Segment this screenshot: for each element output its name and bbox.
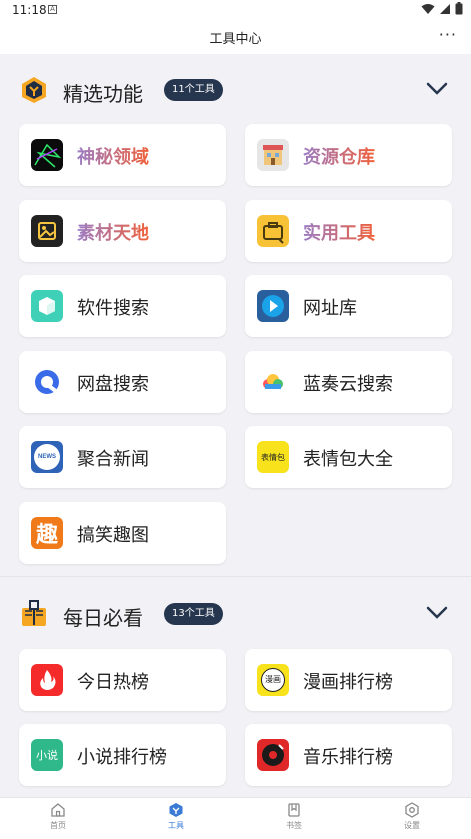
funny-icon-text: 趣 [35, 523, 58, 548]
top-bar: 工具中心 ··· [0, 20, 471, 54]
tool-card-music-rank[interactable]: 音乐排行榜 [245, 724, 452, 786]
tool-card-comic-rank[interactable]: 漫画 漫画排行榜 [245, 649, 452, 711]
home-icon [51, 803, 65, 817]
tool-card-funny[interactable]: 趣 搞笑趣图 [19, 502, 226, 564]
toolbox-icon [257, 215, 289, 247]
tool-label: 神秘领域 [77, 143, 149, 169]
nav-label: 书签 [286, 821, 302, 830]
book-icon [22, 600, 46, 626]
page-title: 工具中心 [209, 32, 262, 47]
tool-label: 今日热榜 [77, 672, 149, 693]
record-icon [257, 739, 289, 771]
tool-count-badge: 11个工具 [164, 79, 223, 101]
wifi-icon [421, 3, 435, 14]
tool-card-utilities[interactable]: 实用工具 [245, 200, 452, 262]
signal-icon [440, 3, 450, 14]
settings-icon [405, 802, 419, 818]
comic-icon: 漫画 [257, 664, 289, 696]
nav-home[interactable]: 首页 [28, 802, 88, 831]
section-header-featured[interactable]: 精选功能 11个工具 [0, 57, 471, 121]
cube-icon [31, 290, 63, 322]
tool-label: 素材天地 [77, 219, 149, 245]
tool-label: 小说排行榜 [77, 747, 167, 768]
nav-label: 工具 [168, 821, 184, 830]
tool-label: 软件搜索 [77, 298, 149, 319]
status-bar: 11:18 A [0, 0, 471, 20]
bottom-nav: 首页 工具 书签 设置 [0, 797, 471, 839]
tool-label: 资源仓库 [303, 143, 375, 169]
section-divider [0, 576, 471, 577]
tool-card-mystery[interactable]: 神秘领域 [19, 124, 226, 186]
tool-card-software-search[interactable]: 软件搜索 [19, 275, 226, 337]
flame-icon [31, 664, 63, 696]
emoji-icon-text: 表情包 [261, 452, 285, 462]
nav-settings[interactable]: 设置 [382, 802, 442, 831]
news-icon: NEWS [31, 441, 63, 473]
tool-card-warehouse[interactable]: 资源仓库 [245, 124, 452, 186]
tool-label: 音乐排行榜 [303, 747, 393, 768]
tools-icon [169, 803, 183, 817]
tool-card-news[interactable]: NEWS 聚合新闻 [19, 426, 226, 488]
status-icons [421, 2, 463, 15]
chevron-down-icon[interactable] [425, 81, 449, 97]
tool-card-lanzou-search[interactable]: 蓝奏云搜索 [245, 351, 452, 413]
tool-label: 网盘搜索 [77, 374, 149, 395]
hexagon-logo-icon [22, 77, 46, 103]
tool-label: 表情包大全 [303, 449, 393, 470]
news-icon-text: NEWS [34, 444, 60, 470]
cloud-icon [257, 366, 289, 398]
link-icon [257, 290, 289, 322]
comic-icon-text: 漫画 [261, 668, 285, 692]
tool-card-netdisk-search[interactable]: 网盘搜索 [19, 351, 226, 413]
nav-bookmarks[interactable]: 书签 [264, 802, 324, 831]
warehouse-icon [257, 139, 289, 171]
tool-card-materials[interactable]: 素材天地 [19, 200, 226, 262]
section-title: 每日必看 [63, 606, 143, 630]
section-title: 精选功能 [63, 82, 143, 106]
funny-icon: 趣 [31, 517, 63, 549]
mystery-icon [31, 139, 63, 171]
tool-card-novel-rank[interactable]: 小说 小说排行榜 [19, 724, 226, 786]
tool-label: 搞笑趣图 [77, 525, 149, 546]
more-icon[interactable]: ··· [439, 25, 457, 44]
novel-icon-text: 小说 [36, 749, 58, 762]
tool-card-emoji[interactable]: 表情包 表情包大全 [245, 426, 452, 488]
chevron-down-icon[interactable] [425, 605, 449, 621]
emoji-pack-icon: 表情包 [257, 441, 289, 473]
tool-label: 聚合新闻 [77, 449, 149, 470]
nav-tools[interactable]: 工具 [146, 802, 206, 831]
tool-label: 漫画排行榜 [303, 672, 393, 693]
tool-card-hot-list[interactable]: 今日热榜 [19, 649, 226, 711]
cloud-disk-icon [31, 366, 63, 398]
battery-icon [455, 2, 463, 15]
status-time: 11:18 [12, 3, 47, 17]
tool-label: 实用工具 [303, 219, 375, 245]
nav-label: 设置 [404, 821, 420, 830]
section-header-daily[interactable]: 每日必看 13个工具 [0, 581, 471, 645]
nav-label: 首页 [50, 821, 66, 830]
notification-badge: A [48, 5, 57, 14]
tool-label: 网址库 [303, 298, 357, 319]
tool-label: 蓝奏云搜索 [303, 374, 393, 395]
novel-icon: 小说 [31, 739, 63, 771]
image-icon [31, 215, 63, 247]
tool-card-url-library[interactable]: 网址库 [245, 275, 452, 337]
bookmark-icon [288, 803, 300, 817]
tool-count-badge: 13个工具 [164, 603, 223, 625]
